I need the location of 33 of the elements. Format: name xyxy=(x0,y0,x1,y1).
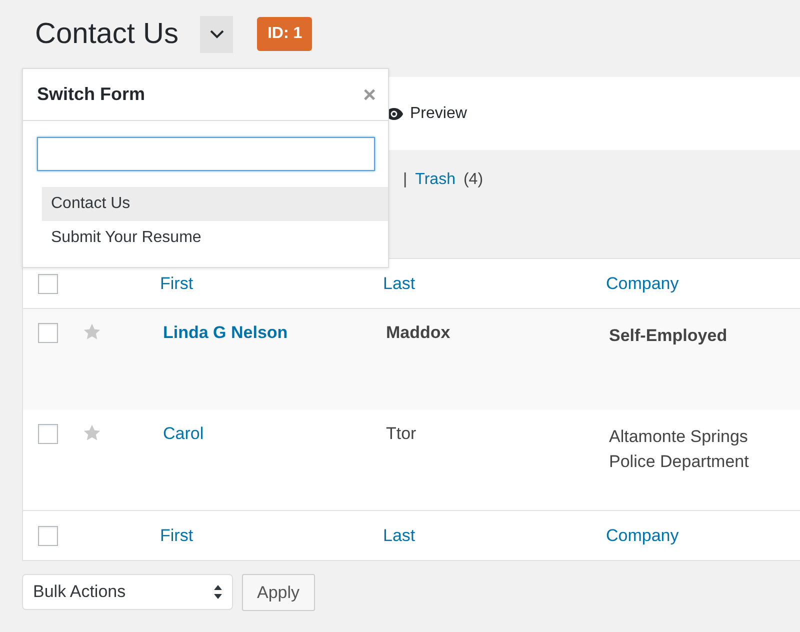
page-title: Contact Us xyxy=(35,18,178,50)
table-cell-text: Self-Employed xyxy=(609,325,728,347)
table-cell-text: Altamonte Springs Police Department xyxy=(609,426,750,472)
checkbox[interactable] xyxy=(38,526,58,546)
close-button[interactable]: × xyxy=(363,82,376,108)
star-icon[interactable] xyxy=(83,323,101,341)
apply-button[interactable]: Apply xyxy=(242,574,315,611)
table-cell: Ttor xyxy=(386,424,416,442)
column-header[interactable]: Last xyxy=(383,526,416,544)
form-option[interactable]: Contact Us xyxy=(42,187,388,221)
column-header[interactable]: Company xyxy=(606,526,679,544)
column-header[interactable]: First xyxy=(160,526,194,544)
checkbox[interactable] xyxy=(38,274,58,294)
trash-link[interactable]: Trash xyxy=(415,171,456,189)
form-id-badge: ID: 1 xyxy=(257,17,312,51)
table-cell: Maddox xyxy=(386,323,450,342)
form-option[interactable]: Submit Your Resume xyxy=(42,221,388,255)
column-header[interactable]: First xyxy=(160,274,194,292)
count-label: (4) xyxy=(463,171,484,189)
updown-icon xyxy=(214,585,222,599)
popup-title: Switch Form xyxy=(37,84,146,105)
column-header[interactable]: Last xyxy=(383,274,416,292)
entry-link[interactable]: Carol xyxy=(163,424,204,442)
checkbox[interactable] xyxy=(38,424,58,444)
bulk-actions-select[interactable]: Bulk Actions xyxy=(22,574,233,610)
search-field[interactable] xyxy=(37,137,375,171)
chevron-down-icon xyxy=(210,30,224,38)
star-icon[interactable] xyxy=(83,424,101,442)
form-switch-button[interactable] xyxy=(200,16,234,52)
checkbox[interactable] xyxy=(38,323,58,343)
separator: | xyxy=(403,171,408,189)
column-header[interactable]: Company xyxy=(606,274,679,292)
entry-link[interactable]: Linda G Nelson xyxy=(163,323,288,342)
